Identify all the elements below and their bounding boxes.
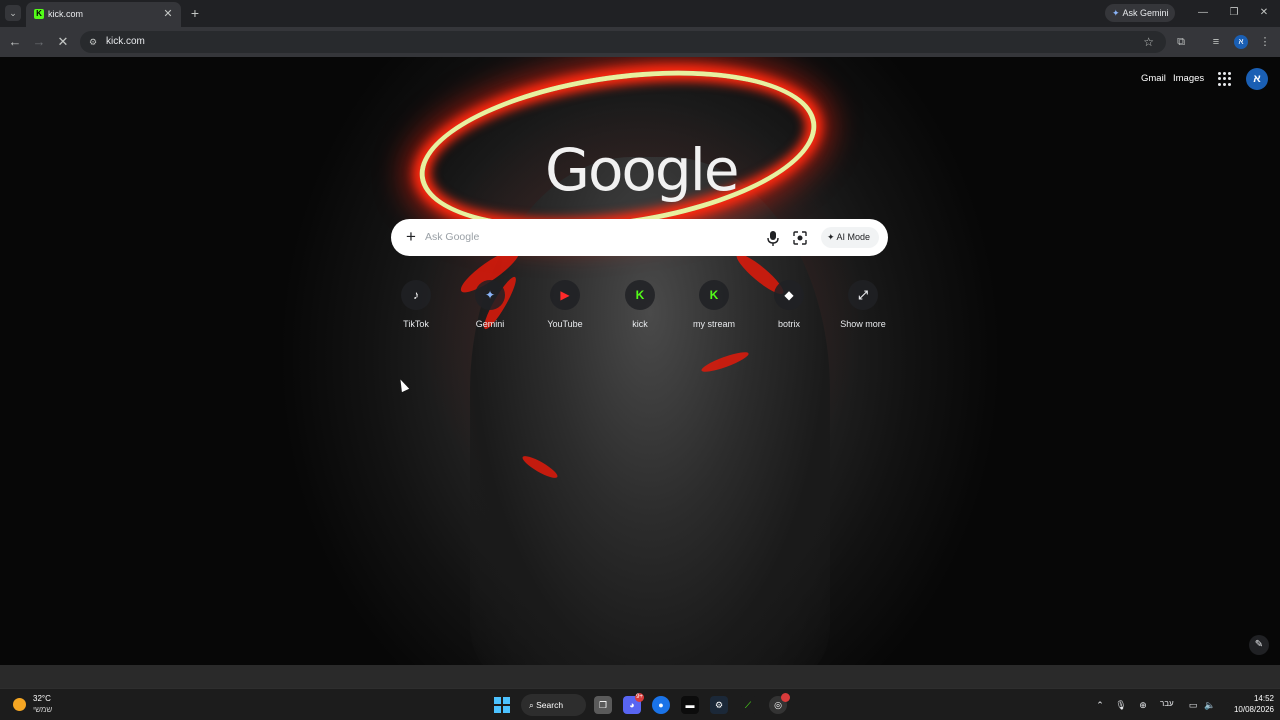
status-strip: [0, 665, 1280, 688]
address-bar[interactable]: ⚙ kick.com ☆: [80, 31, 1166, 53]
address-url[interactable]: kick.com: [106, 36, 145, 47]
chrome-icon[interactable]: ●: [652, 696, 670, 714]
app-icon[interactable]: ⟋: [739, 696, 757, 714]
shortcut-label: botrix: [777, 319, 800, 329]
windows-start-icon[interactable]: [494, 697, 510, 713]
site-info-icon[interactable]: ⚙: [87, 36, 99, 48]
search-input[interactable]: Ask Google: [425, 231, 479, 243]
taskbar-search[interactable]: ⌕ Search: [521, 694, 586, 716]
ai-mode-button[interactable]: ✦ AI Mode: [821, 227, 879, 248]
minimize-icon[interactable]: —: [1195, 5, 1211, 21]
discord-badge: 9+: [635, 693, 644, 702]
shortcut-kick[interactable]: K kick: [609, 280, 671, 338]
task-view-icon[interactable]: ❐: [594, 696, 612, 714]
youtube-icon: ▶: [560, 288, 570, 302]
ask-gemini-button[interactable]: ✦ Ask Gemini: [1105, 4, 1175, 22]
media-controls-icon[interactable]: ≡: [1208, 34, 1224, 50]
kick-favicon-icon: K: [34, 9, 44, 19]
shortcut-tiktok[interactable]: ♪ TikTok: [385, 280, 447, 338]
steam-icon[interactable]: ⚙: [710, 696, 728, 714]
microphone-tray-icon[interactable]: 🎙: [1114, 698, 1128, 712]
google-apps-icon[interactable]: [1218, 72, 1232, 86]
shortcut-show-more[interactable]: ⤢ Show more: [832, 280, 894, 338]
gmail-link[interactable]: Gmail: [1141, 73, 1166, 84]
kick-icon: K: [709, 288, 719, 302]
account-avatar[interactable]: א: [1246, 68, 1268, 90]
ai-mode-sparkle-icon: ✦: [827, 232, 837, 242]
shortcut-label: kick: [632, 319, 648, 329]
botrix-icon: ◆: [784, 288, 794, 302]
terminal-icon[interactable]: ▬: [681, 696, 699, 714]
tab-strip: ⌄ K kick.com ✕ + ✦ Ask Gemini — ❐ ✕: [0, 0, 1280, 27]
sun-weather-icon[interactable]: [13, 698, 26, 711]
obs-icon[interactable]: ◎: [769, 693, 790, 714]
tab-title: kick.com: [48, 9, 84, 19]
vpn-globe-icon[interactable]: ⊕: [1136, 698, 1150, 712]
notification-dot: [781, 693, 790, 702]
shortcut-label: TikTok: [403, 319, 429, 329]
browser-toolbar: ← → ✕ ⚙ kick.com ☆ ⧉ ≡ א ⋮: [0, 27, 1280, 57]
shortcut-label: my stream: [692, 319, 735, 329]
shortcut-youtube[interactable]: ▶ YouTube: [534, 280, 596, 338]
gemini-sparkle-icon: ✦: [1112, 8, 1120, 18]
close-tab-icon[interactable]: ✕: [161, 7, 175, 21]
weather-temperature[interactable]: 32°C: [33, 694, 51, 703]
expand-icon: ⤢: [858, 288, 868, 302]
shortcut-label: YouTube: [547, 319, 583, 329]
taskbar-search-label: Search: [536, 700, 564, 710]
google-lens-icon[interactable]: [793, 231, 807, 245]
customize-pencil-icon[interactable]: ✎: [1249, 635, 1269, 655]
shortcut-label: Gemini: [475, 319, 505, 329]
input-language[interactable]: עבר: [1160, 699, 1174, 708]
profile-avatar[interactable]: א: [1234, 35, 1248, 49]
shortcut-my-stream[interactable]: K my stream: [683, 280, 745, 338]
kick-icon: K: [635, 288, 645, 302]
discord-icon[interactable]: ◕ 9+: [623, 693, 644, 714]
tiktok-icon: ♪: [413, 288, 419, 302]
new-tab-button[interactable]: +: [187, 5, 203, 21]
tab-kick[interactable]: K kick.com ✕: [26, 2, 181, 27]
search-box[interactable]: + Ask Google ✦ AI Mode: [391, 219, 888, 256]
close-window-icon[interactable]: ✕: [1256, 5, 1272, 21]
add-plus-icon[interactable]: +: [403, 228, 419, 245]
chrome-menu-icon[interactable]: ⋮: [1257, 34, 1273, 50]
tab-search-chevron-icon[interactable]: ⌄: [5, 5, 21, 21]
forward-arrow-icon[interactable]: →: [31, 34, 47, 50]
windows-taskbar: 32°C שמשי ⌕ Search ❐ ◕ 9+ ● ▬ ⚙ ⟋ ◎ ⌃ 🎙 ⊕…: [0, 688, 1280, 720]
ask-gemini-label: Ask Gemini: [1122, 8, 1169, 18]
clock-date[interactable]: 10/08/2026: [1222, 705, 1274, 714]
shortcut-botrix[interactable]: ◆ botrix: [758, 280, 820, 338]
stop-loading-icon[interactable]: ✕: [55, 34, 71, 50]
gemini-icon: ✦: [484, 288, 496, 302]
shortcut-gemini[interactable]: ✦ Gemini: [459, 280, 521, 338]
clock-time[interactable]: 14:52: [1240, 694, 1274, 703]
images-link[interactable]: Images: [1173, 73, 1204, 84]
volume-icon[interactable]: 🔈: [1203, 698, 1217, 712]
ai-mode-label: AI Mode: [836, 232, 871, 242]
tray-chevron-up-icon[interactable]: ⌃: [1093, 698, 1107, 712]
google-logo: Google: [545, 136, 740, 204]
weather-description[interactable]: שמשי: [33, 705, 52, 714]
extensions-puzzle-icon[interactable]: ⧉: [1173, 34, 1189, 50]
shortcut-label: Show more: [840, 319, 886, 329]
microphone-icon[interactable]: [766, 230, 780, 246]
back-arrow-icon[interactable]: ←: [7, 34, 23, 50]
bookmark-star-icon[interactable]: ☆: [1143, 35, 1154, 49]
network-icon[interactable]: ▭: [1186, 698, 1200, 712]
restore-icon[interactable]: ❐: [1226, 5, 1242, 21]
